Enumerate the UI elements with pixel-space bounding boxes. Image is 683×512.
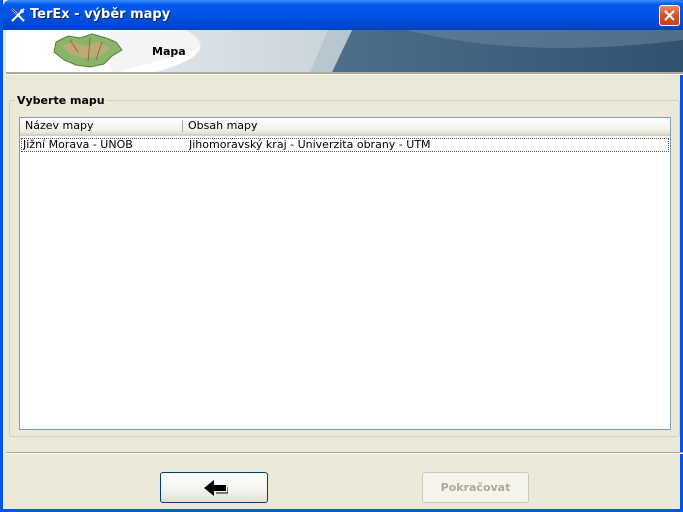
back-button[interactable] [160, 472, 268, 503]
title-bar[interactable]: TerEx - výběr mapy [3, 0, 683, 30]
banner-divider [6, 72, 683, 75]
groupbox-label: Vyberte mapu [15, 94, 107, 107]
row-content-cell: Jihomoravský kraj - Univerzita obrany - … [189, 139, 431, 151]
close-icon [664, 10, 675, 21]
banner-title: Mapa [152, 45, 186, 58]
map-thumbnail-icon [53, 33, 123, 68]
table-row[interactable]: Jižní Morava - UNOB Jihomoravský kraj - … [21, 138, 669, 152]
arrow-left-icon [204, 480, 228, 496]
close-button[interactable] [659, 5, 680, 26]
continue-button[interactable]: Pokračovat [422, 472, 529, 503]
header-banner: Mapa [6, 30, 683, 72]
row-name-cell: Jižní Morava - UNOB [23, 139, 133, 151]
footer-divider [6, 452, 683, 454]
column-header-content[interactable]: Obsah mapy [183, 118, 669, 134]
map-list[interactable]: Název mapy Obsah mapy Jižní Morava - UNO… [19, 117, 671, 430]
column-header-name[interactable]: Název mapy [20, 118, 182, 134]
list-header: Název mapy Obsah mapy [20, 118, 670, 136]
main-window: TerEx - výběr mapy Mapa Vyberte mapu Náz… [0, 0, 683, 512]
app-icon [11, 8, 25, 22]
window-title: TerEx - výběr mapy [30, 7, 171, 22]
